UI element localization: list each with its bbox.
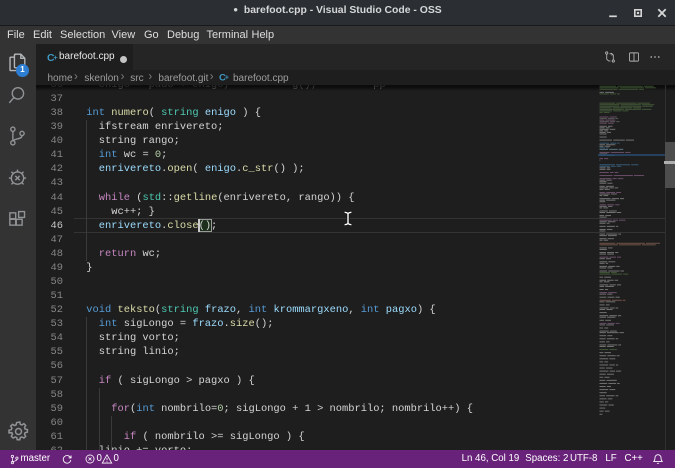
svg-text:+: + — [53, 53, 58, 62]
svg-text:+: + — [225, 75, 229, 82]
